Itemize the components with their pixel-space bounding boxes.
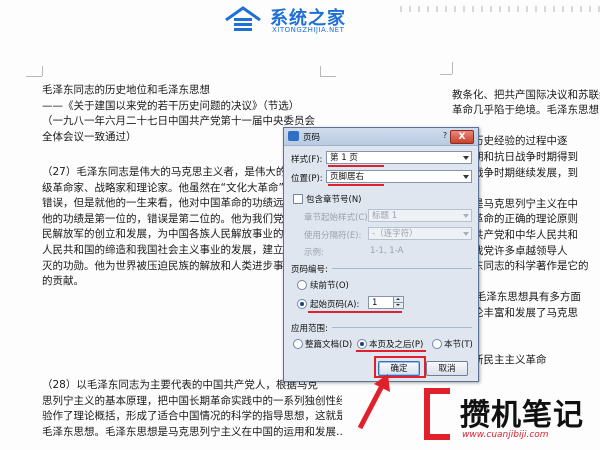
arrow-icon [357, 374, 390, 430]
apply-section-label: 本节(T) [444, 340, 473, 350]
start-at-radio[interactable] [297, 299, 307, 309]
chevron-down-icon [463, 175, 469, 179]
continue-radio[interactable] [297, 280, 307, 290]
apply-whole-label: 整篇文档(D) [305, 340, 353, 350]
annotation-underline [328, 165, 384, 167]
watermark-xitongzhijia: 系统之家 XITONGZHIJIA.NET [224, 2, 384, 36]
include-chapter-label: 包含章节号(N) [306, 195, 362, 205]
watermark-subtitle: XITONGZHIJIA.NET [272, 26, 345, 34]
bracket-logo-icon [424, 388, 450, 440]
chapter-style-select[interactable]: 标题 1 [368, 209, 472, 222]
annotation-underline [356, 350, 426, 352]
document-line: 毛泽东同志的历史地位和毛泽东思想 [42, 84, 210, 96]
document-line: 教条化、把共产国际决议和苏联经验 [452, 88, 600, 101]
watermark-url: www.cuanjibiji.com [462, 430, 549, 440]
document-line: 思列宁主义的基本原理，把中国长期革命实践中的一系列独创性经 [42, 394, 342, 407]
apply-this-after-radio[interactable] [357, 339, 367, 349]
house-logo-icon [225, 6, 261, 31]
page-number-dialog: 页码 ? X 样式(F): 第 1 页 位置(P): 页脚居右 包含章节号(N)… [283, 127, 479, 382]
close-button[interactable]: X [450, 130, 474, 144]
dialog-titlebar[interactable]: 页码 ? X [284, 128, 478, 146]
annotation-underline [328, 184, 384, 186]
apply-group-label: 应用范围: [291, 324, 328, 334]
chevron-down-icon [463, 156, 469, 160]
chevron-down-icon [463, 214, 469, 218]
separator-label: 使用分隔符(E): [304, 231, 362, 241]
dialog-title: 页码 [303, 133, 321, 143]
example-label: 示例: [304, 248, 324, 258]
group-divider [332, 268, 472, 269]
document-line: 验作了理论概括，形成了适合中国情况的科学的指导思想，这就是 [42, 410, 342, 423]
page-corner-mark [320, 66, 321, 76]
help-button[interactable]: ? [440, 131, 450, 141]
document-line: 革命几乎陷于绝境。毛泽东思想 [452, 104, 599, 117]
start-at-value: 1 [372, 298, 378, 308]
annotation-underline [308, 311, 402, 313]
apply-whole-radio[interactable] [293, 339, 303, 349]
style-select[interactable]: 第 1 页 [326, 151, 472, 164]
document-line: 他的功绩是第一位的，错误是第二位的。他为我们党和中国人 [42, 212, 322, 225]
watermark-cuanjibiji: 攒机笔记 www.cuanjibiji.com [420, 378, 600, 450]
chapter-style-value: 标题 1 [372, 211, 398, 221]
page-corner-mark [26, 76, 42, 77]
ruler-marks [400, 6, 600, 12]
stepper-down-icon[interactable] [393, 303, 403, 308]
document-line: 毛泽东思想。毛泽东思想是马克思列宁主义在中国的运用和发展…… [42, 425, 342, 438]
document-paragraph-27: （27）毛泽东同志是伟大的马克思主义者，是伟大的 级革命家、战略家和理论家。他虽… [42, 165, 322, 290]
include-chapter-checkbox[interactable] [293, 194, 303, 204]
document-line: 人民共和国的缔造和我国社会主义事业的发展，建立了永 [42, 243, 305, 256]
document-line: ——《关于建国以来党的若干历史问题的决议》（节选） [42, 99, 300, 112]
document-line: 的贡献。 [42, 275, 84, 288]
chevron-down-icon [463, 232, 469, 236]
separator-select[interactable]: -（连字符） [368, 227, 472, 240]
start-at-stepper[interactable]: 1 [368, 296, 404, 309]
document-line: （27）毛泽东同志是伟大的马克思主义者，是伟大的 [42, 166, 287, 178]
document-line: 民解放军的创立和发展，为中国各族人民解放事业的胜利，为 [42, 228, 322, 241]
document-line: 全体会议一致通过） [42, 130, 137, 143]
page-corner-mark [320, 76, 336, 77]
watermark-title: 攒机笔记 [460, 398, 584, 433]
cancel-button[interactable]: 取消 [426, 361, 468, 376]
apply-section-radio[interactable] [432, 339, 442, 349]
page-corner-mark [42, 66, 43, 76]
apply-this-after-label: 本页及之后(P) [369, 340, 424, 350]
document-paragraph-28: （28）以毛泽东同志为主要代表的中国共产党人，根据马克 思列宁主义的基本原理，把… [42, 378, 342, 440]
position-label: 位置(P): [291, 174, 323, 184]
style-select-value: 第 1 页 [330, 153, 358, 163]
document-line: 级革命家、战略家和理论家。他虽然在“文化大革命”中犯 [42, 181, 305, 194]
numbering-group-label: 页码编号: [291, 265, 328, 275]
document-line: 灭的功勋。他为世界被压迫民族的解放和人类进步事业作 [42, 259, 305, 272]
position-select[interactable]: 页脚居右 [326, 170, 472, 183]
document-line: （一九八一年六月二十七日中国共产党第十一届中央委员会 [42, 115, 315, 128]
separator-value: -（连字符） [372, 229, 418, 239]
start-at-label: 起始页码(A): [310, 300, 360, 310]
example-value: 1-1, 1-A [370, 246, 404, 256]
document-line: 错误，但是就他的一生来看，他对中国革命的功绩远远大于 [42, 197, 315, 210]
chapter-style-label: 章节起始样式(C): [304, 213, 371, 223]
style-label: 样式(F): [291, 155, 323, 165]
position-select-value: 页脚居右 [330, 172, 365, 182]
group-divider [332, 327, 472, 328]
page-corner-mark [440, 74, 452, 75]
wps-app-icon [288, 131, 299, 141]
continue-label: 续前节(O) [310, 281, 349, 291]
document-heading-block: 毛泽东同志的历史地位和毛泽东思想 ——《关于建国以来党的若干历史问题的决议》（节… [42, 83, 322, 145]
